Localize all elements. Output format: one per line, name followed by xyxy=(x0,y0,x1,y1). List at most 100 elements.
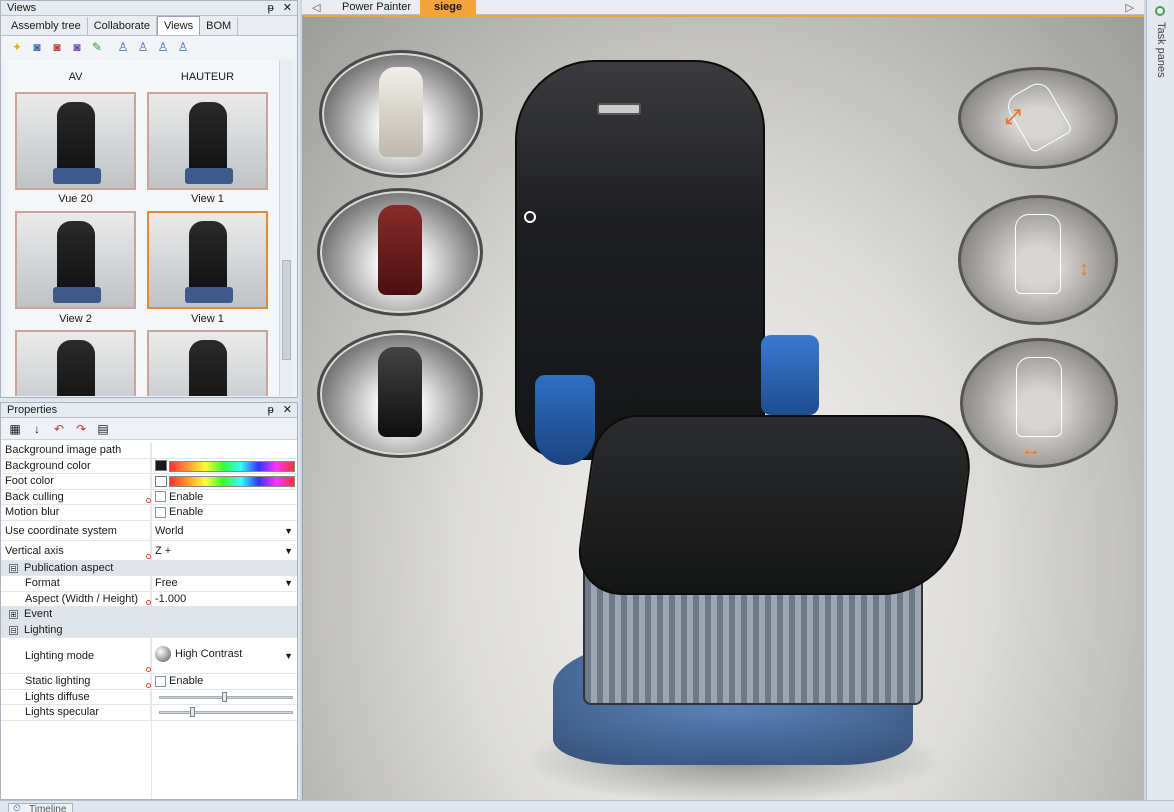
views-thumbnail-list[interactable]: AV HAUTEUR Vue 20 View 1 View 2 View 1 xyxy=(7,60,281,396)
format-dropdown[interactable]: Free ▼ xyxy=(151,576,297,591)
views-scrollbar[interactable] xyxy=(279,60,292,396)
thumbnail-label: View 1 xyxy=(191,193,224,205)
property-pages-icon[interactable]: ▤ xyxy=(95,421,111,437)
height-animation-button[interactable]: ↕ xyxy=(958,195,1118,325)
view-thumbnail[interactable] xyxy=(147,330,268,396)
color-gradient-bar[interactable] xyxy=(169,460,295,472)
view-thumbnail[interactable] xyxy=(15,330,136,396)
redo-icon[interactable]: ↷ xyxy=(73,421,89,437)
property-row: Foot color xyxy=(1,474,297,490)
close-icon[interactable]: ✕ xyxy=(283,404,292,416)
tab-collaborate[interactable]: Collaborate xyxy=(88,17,157,35)
sort-alpha-icon[interactable]: ↓ xyxy=(29,421,45,437)
static-lighting-checkbox[interactable]: Enable xyxy=(151,674,297,689)
tab-bom[interactable]: BOM xyxy=(200,17,239,35)
pin-icon[interactable]: ᵽ xyxy=(268,2,274,14)
group-header: ⊞ Event xyxy=(1,607,297,622)
views-toolbar: ✦ ◙ ◙ ◙ ✎ ♙ ♙ ♙ ♙ xyxy=(1,36,297,58)
recline-animation-button[interactable]: ⤢ xyxy=(958,67,1118,169)
color-picker[interactable] xyxy=(151,459,297,474)
status-icon xyxy=(1155,6,1165,16)
property-name: Background color xyxy=(1,458,151,473)
chevron-down-icon[interactable]: ▼ xyxy=(284,651,293,661)
tab-assembly-tree[interactable]: Assembly tree xyxy=(5,17,88,35)
seat-handle[interactable] xyxy=(597,103,641,115)
lighting-mode-dropdown[interactable]: High Contrast ▼ xyxy=(151,638,297,673)
tab-views[interactable]: Views xyxy=(156,16,201,35)
property-group[interactable]: ⊟ Lighting xyxy=(1,622,297,638)
property-group[interactable]: ⊞ Event xyxy=(1,607,297,623)
views-panel: Views ᵽ ✕ Assembly tree Collaborate View… xyxy=(0,0,298,398)
collapse-icon[interactable]: ⊟ xyxy=(9,563,18,573)
thumbnail-label: Vue 20 xyxy=(58,193,93,205)
property-name: Background image path xyxy=(1,443,151,458)
active-document-accent xyxy=(303,15,1144,17)
tab-scroll-right-icon[interactable]: ▷ xyxy=(1118,0,1142,15)
lights-specular-slider[interactable] xyxy=(151,705,297,720)
expand-icon[interactable]: ⊞ xyxy=(9,610,18,619)
pin-icon[interactable]: ᵽ xyxy=(268,404,274,416)
motion-blur-checkbox[interactable]: Enable xyxy=(151,505,297,520)
tab-siege[interactable]: siege xyxy=(420,0,477,15)
property-value[interactable] xyxy=(151,443,297,458)
property-name: Lights diffuse xyxy=(1,689,151,704)
tab-power-painter[interactable]: Power Painter xyxy=(334,0,419,15)
timeline-tab[interactable]: ⏲ Timeline xyxy=(8,803,74,812)
group-label: Publication aspect xyxy=(24,561,114,574)
view-preset-icon[interactable]: ♙ xyxy=(155,39,171,55)
color-variant-white-button[interactable] xyxy=(319,50,483,178)
chevron-down-icon[interactable]: ▼ xyxy=(284,526,293,536)
view-thumbnail[interactable] xyxy=(147,92,268,190)
property-row: Vertical axis Z + ▼ xyxy=(1,540,297,561)
slider-knob[interactable] xyxy=(222,691,228,702)
property-row: Format Free ▼ xyxy=(1,576,297,592)
camera-remove-icon[interactable]: ◙ xyxy=(49,39,65,55)
seat-cushion[interactable] xyxy=(572,415,978,595)
tab-scroll-left-icon[interactable]: ◁ xyxy=(304,0,328,15)
views-panel-title: Views xyxy=(7,2,37,14)
undo-icon[interactable]: ↶ xyxy=(51,421,67,437)
aspect-input[interactable]: -1.000 xyxy=(151,592,297,607)
task-panes-label[interactable]: Task panes xyxy=(1155,22,1167,78)
view-thumbnail-selected[interactable] xyxy=(147,211,268,309)
seat-side-panel[interactable] xyxy=(761,335,819,415)
property-row: Background color xyxy=(1,458,297,474)
properties-panel: Properties ᵽ ✕ ▦ ↓ ↶ ↷ ▤ Background imag… xyxy=(0,402,298,800)
property-row: Lights diffuse xyxy=(1,689,297,705)
task-panes-sidebar[interactable]: Task panes xyxy=(1146,0,1174,800)
3d-viewport[interactable]: ⤢ ↕ ↔ xyxy=(302,15,1144,800)
seat-side-panel[interactable] xyxy=(535,375,595,465)
brush-icon[interactable]: ✎ xyxy=(89,39,105,55)
view-thumbnail[interactable] xyxy=(15,92,136,190)
slide-animation-button[interactable]: ↔ xyxy=(960,338,1118,468)
property-row: Lighting mode High Contrast ▼ xyxy=(1,638,297,674)
property-row: Back culling Enable xyxy=(1,489,297,505)
dropdown-value: World xyxy=(155,524,184,537)
chevron-down-icon[interactable]: ▼ xyxy=(284,578,293,588)
view-preset-icon[interactable]: ♙ xyxy=(135,39,151,55)
close-icon[interactable]: ✕ xyxy=(283,2,292,14)
property-group[interactable]: ⊟ Publication aspect xyxy=(1,560,297,576)
scrollbar-thumb[interactable] xyxy=(282,260,291,360)
chevron-down-icon[interactable]: ▼ xyxy=(284,546,293,556)
slider-knob[interactable] xyxy=(190,707,196,717)
color-variant-red-button[interactable] xyxy=(317,188,483,316)
color-picker[interactable] xyxy=(151,474,297,489)
lights-diffuse-slider[interactable] xyxy=(151,690,297,705)
back-culling-checkbox[interactable]: Enable xyxy=(151,490,297,505)
coord-system-dropdown[interactable]: World ▼ xyxy=(151,521,297,540)
thumbnail-label: AV xyxy=(68,71,83,83)
view-preset-icon[interactable]: ♙ xyxy=(115,39,131,55)
color-variant-black-button[interactable] xyxy=(317,330,483,458)
new-view-icon[interactable]: ✦ xyxy=(9,39,25,55)
camera-edit-icon[interactable]: ◙ xyxy=(69,39,85,55)
view-preset-icon[interactable]: ♙ xyxy=(175,39,191,55)
property-row: Lights specular xyxy=(1,705,297,721)
vertical-axis-dropdown[interactable]: Z + ▼ xyxy=(151,541,297,560)
camera-icon[interactable]: ◙ xyxy=(29,39,45,55)
collapse-icon[interactable]: ⊟ xyxy=(9,625,18,635)
categorized-icon[interactable]: ▦ xyxy=(7,421,23,437)
view-thumbnail[interactable] xyxy=(15,211,136,309)
thumbnail-label: View 1 xyxy=(191,313,224,325)
color-gradient-bar[interactable] xyxy=(169,476,295,487)
